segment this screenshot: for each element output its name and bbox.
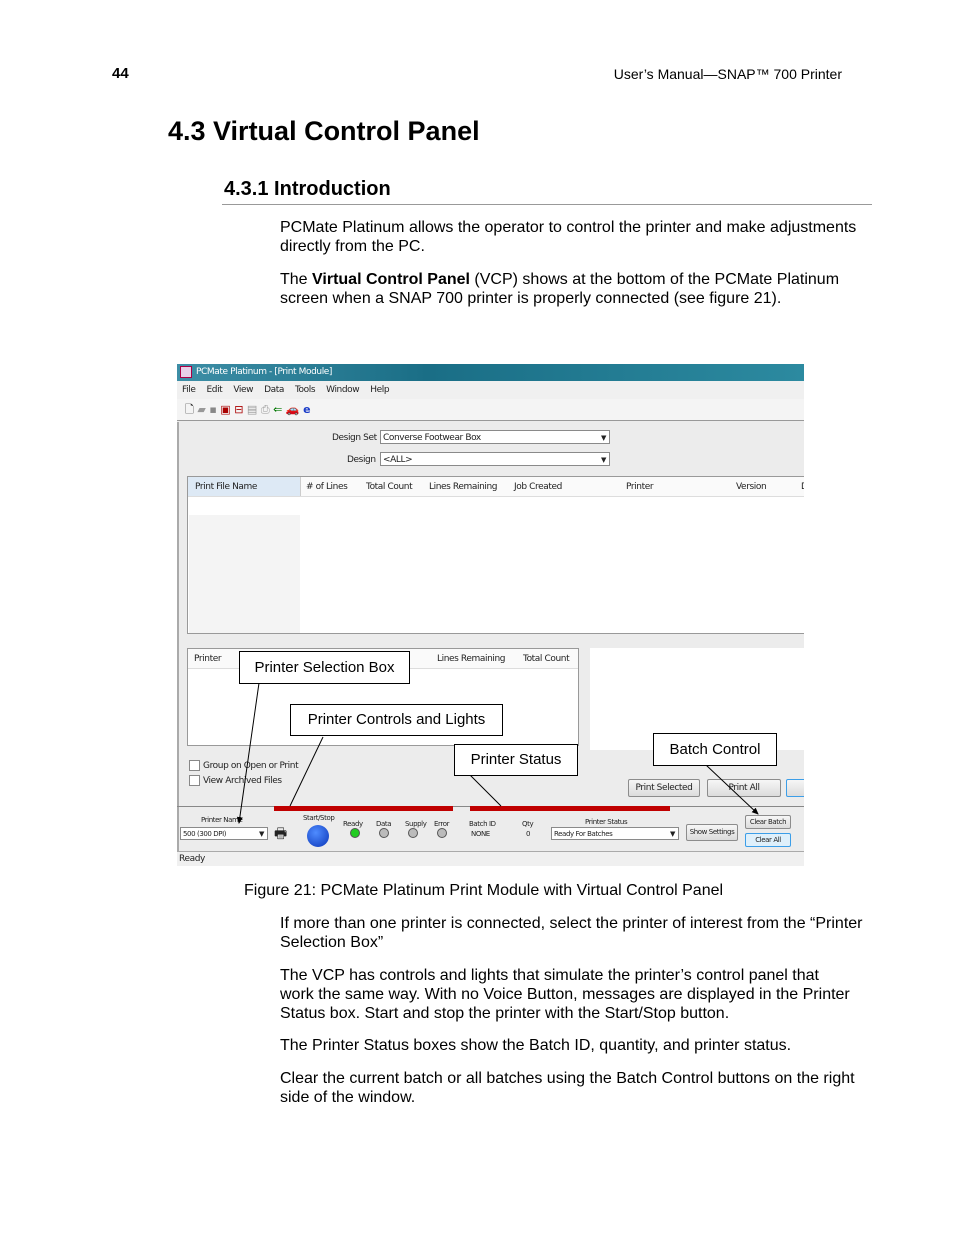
callout-leader-lines bbox=[236, 682, 759, 824]
leader-selection bbox=[236, 682, 260, 824]
subsection-title: 4.3.1 Introduction bbox=[224, 178, 391, 200]
figure-caption: Figure 21: PCMate Platinum Print Module … bbox=[244, 882, 724, 899]
leader-status bbox=[469, 774, 502, 807]
section-rule bbox=[222, 204, 872, 205]
leader-batch bbox=[705, 764, 759, 815]
intro-paragraph-2: The Virtual Control Panel (VCP) shows at… bbox=[280, 270, 870, 308]
callout-printer-status: Printer Status bbox=[454, 744, 578, 776]
intro-paragraph-1: PCMate Platinum allows the operator to c… bbox=[280, 219, 857, 255]
leader-controls bbox=[289, 736, 324, 807]
page-number: 44 bbox=[112, 65, 129, 82]
running-title: User’s Manual—SNAP™ 700 Printer bbox=[613, 66, 842, 82]
callout-printer-selection: Printer Selection Box bbox=[239, 651, 410, 684]
screenshot-pcmate: PCMate Platinum - [Print Module] File Edi… bbox=[177, 364, 804, 866]
callout-batch-control: Batch Control bbox=[653, 733, 777, 766]
paragraph: Clear the current batch or all batches u… bbox=[280, 1070, 855, 1106]
section-title: 4.3 Virtual Control Panel bbox=[168, 116, 480, 146]
manual-page: 44 User’s Manual—SNAP™ 700 Printer 4.3 V… bbox=[0, 0, 954, 1235]
paragraph: The VCP has controls and lights that sim… bbox=[280, 967, 850, 1022]
text: The bbox=[280, 271, 313, 288]
vcp-term: Virtual Control Panel bbox=[312, 271, 470, 288]
paragraph: If more than one printer is connected, s… bbox=[280, 915, 863, 951]
callout-printer-controls: Printer Controls and Lights bbox=[290, 704, 503, 736]
paragraph: The Printer Status boxes show the Batch … bbox=[280, 1037, 792, 1054]
